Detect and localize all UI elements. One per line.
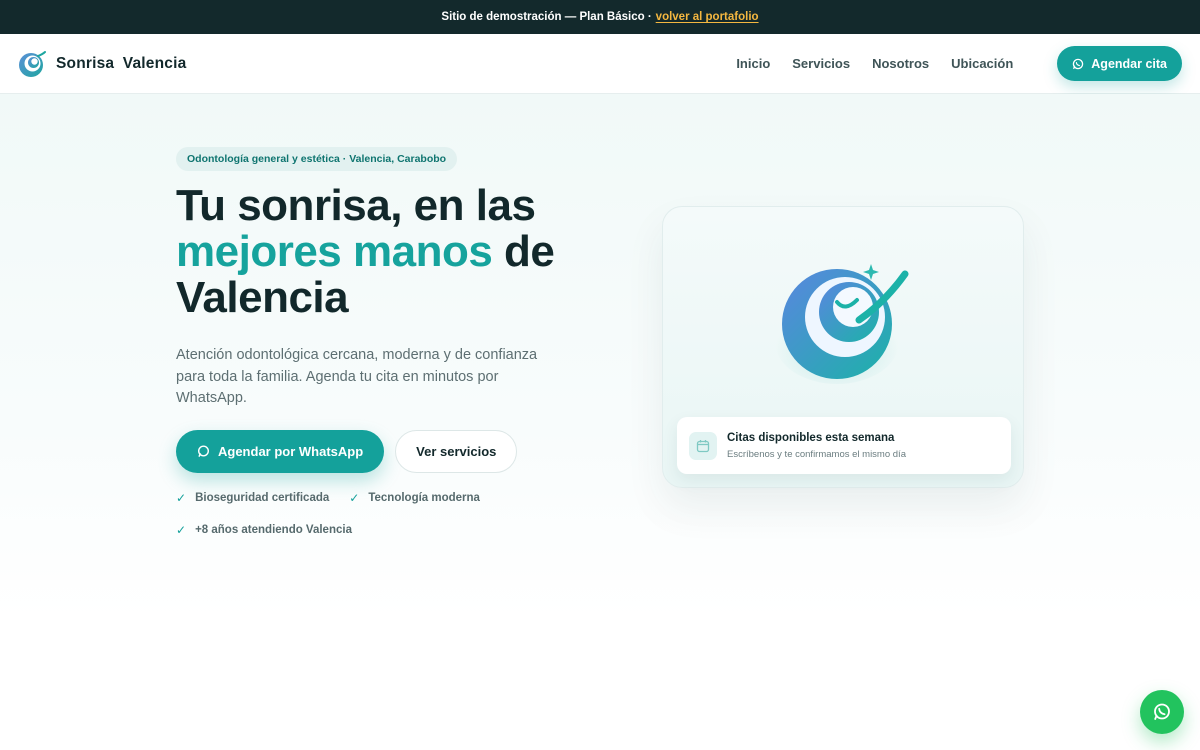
tooth-swirl-logo-icon xyxy=(775,264,909,384)
brand[interactable]: Sonrisa Valencia xyxy=(18,50,186,78)
whatsapp-icon xyxy=(1154,703,1170,720)
hero-card: Citas disponibles esta semana Escríbenos… xyxy=(662,206,1024,488)
hero-headline: Tu sonrisa, en las mejores manos de Vale… xyxy=(176,183,576,321)
nav-inicio[interactable]: Inicio xyxy=(736,56,770,71)
feature-label: Bioseguridad certificada xyxy=(195,491,330,504)
feature-label: Tecnología moderna xyxy=(368,491,480,504)
hero-section: Odontología general y estética · Valenci… xyxy=(0,94,1200,750)
feature-item: ✓ Tecnología moderna xyxy=(349,491,480,505)
agendar-whatsapp-label: Agendar por WhatsApp xyxy=(218,443,364,459)
check-icon: ✓ xyxy=(176,522,187,537)
feature-list: ✓ Bioseguridad certificada ✓ Tecnología … xyxy=(176,491,496,537)
availability-title: Citas disponibles esta semana xyxy=(727,431,895,444)
feature-item: ✓ Bioseguridad certificada xyxy=(176,491,329,505)
check-icon: ✓ xyxy=(176,490,187,505)
feature-label: +8 años atendiendo Valencia xyxy=(195,523,352,536)
availability-card: Citas disponibles esta semana Escríbenos… xyxy=(677,417,1011,474)
site-header: Sonrisa Valencia Inicio Servicios Nosotr… xyxy=(0,34,1200,94)
agendar-cita-label: Agendar cita xyxy=(1091,56,1167,71)
ver-servicios-button[interactable]: Ver servicios xyxy=(395,429,518,473)
agendar-cita-button[interactable]: Agendar cita xyxy=(1057,46,1182,81)
nav-ubicacion[interactable]: Ubicación xyxy=(951,56,1013,71)
hero-ctas: Agendar por WhatsApp Ver servicios xyxy=(176,429,576,473)
portfolio-link[interactable]: volver al portafolio xyxy=(656,11,759,23)
demo-banner-text: Sitio de demostración — Plan Básico · xyxy=(441,11,652,23)
demo-banner: Sitio de demostración — Plan Básico · vo… xyxy=(0,0,1200,34)
availability-subtitle: Escríbenos y te confirmamos el mismo día xyxy=(727,448,906,460)
feature-item: ✓ +8 años atendiendo Valencia xyxy=(176,523,352,537)
calendar-icon xyxy=(689,431,717,460)
headline-line-2: de xyxy=(504,227,555,276)
tooth-swirl-logo-icon xyxy=(19,50,46,77)
brand-name: Sonrisa Valencia xyxy=(56,54,187,72)
nav-nosotros[interactable]: Nosotros xyxy=(872,56,929,71)
hero-content: Odontología general y estética · Valenci… xyxy=(176,147,576,537)
headline-line-3: Valencia xyxy=(176,273,349,322)
agendar-whatsapp-button[interactable]: Agendar por WhatsApp xyxy=(176,429,385,473)
nav-servicios[interactable]: Servicios xyxy=(792,56,850,71)
check-icon: ✓ xyxy=(349,490,360,505)
hero-lead: Atención odontológica cercana, moderna y… xyxy=(176,347,538,406)
whatsapp-fab[interactable] xyxy=(1140,690,1184,734)
headline-accent: mejores manos xyxy=(176,227,493,276)
main-nav: Inicio Servicios Nosotros Ubicación Agen… xyxy=(736,46,1182,81)
headline-line-1: Tu sonrisa, en las xyxy=(176,181,536,230)
specialty-badge: Odontología general y estética · Valenci… xyxy=(176,147,458,171)
whatsapp-icon xyxy=(1073,58,1084,69)
availability-text: Citas disponibles esta semana Escríbenos… xyxy=(727,432,906,460)
chat-bubble-icon xyxy=(197,444,210,457)
